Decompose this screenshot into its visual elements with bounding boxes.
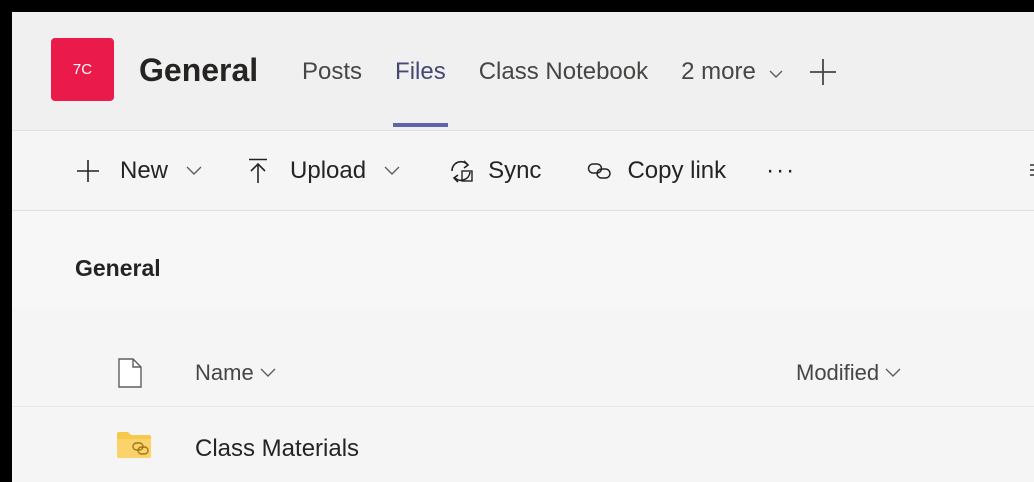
add-tab-button[interactable]: [809, 58, 837, 86]
channel-tabs: Posts Files Class Notebook 2 more: [302, 54, 837, 127]
copy-link-button-label: Copy link: [627, 156, 727, 184]
breadcrumb: General: [75, 255, 161, 281]
chevron-down-icon: [260, 368, 276, 378]
view-options-icon[interactable]: [1030, 161, 1034, 179]
copy-link-button[interactable]: Copy link: [587, 151, 726, 191]
tab-more-label: 2 more: [681, 57, 756, 85]
channel-header: 7C General Posts Files Class Notebook 2 …: [12, 12, 1034, 131]
shared-folder-icon: [116, 431, 152, 464]
column-header-modified[interactable]: Modified: [796, 360, 901, 386]
file-list-header: Name Modified: [12, 307, 1034, 407]
file-name: Class Materials: [195, 435, 360, 462]
link-icon: [587, 161, 613, 181]
sync-button-label: Sync: [488, 156, 542, 184]
channel-title: General: [139, 52, 259, 88]
upload-button-label: Upload: [290, 156, 367, 184]
sync-icon: [446, 157, 476, 185]
plus-icon: [809, 59, 836, 85]
file-type-icon: [118, 358, 142, 393]
tab-class-notebook[interactable]: Class Notebook: [479, 54, 648, 90]
teams-files-window: 7C General Posts Files Class Notebook 2 …: [12, 12, 1034, 482]
files-toolbar: New Upload Sync Copy link ···: [12, 131, 1034, 211]
sync-button[interactable]: Sync: [446, 151, 541, 191]
new-button-label: New: [120, 156, 169, 184]
file-list: Name Modified Class Materials: [12, 307, 1034, 482]
chevron-down-icon: [885, 368, 901, 378]
tab-posts[interactable]: Posts: [302, 54, 362, 90]
chevron-down-icon: [769, 55, 783, 91]
chevron-down-icon: [186, 166, 202, 176]
upload-button[interactable]: Upload: [248, 151, 400, 191]
new-button[interactable]: New: [76, 151, 202, 191]
column-header-modified-label: Modified: [796, 360, 880, 385]
plus-icon: [76, 159, 100, 183]
column-header-name[interactable]: Name: [195, 360, 276, 386]
team-avatar[interactable]: 7C: [51, 38, 114, 101]
upload-icon: [248, 158, 268, 184]
column-header-name-label: Name: [195, 360, 254, 385]
chevron-down-icon: [384, 166, 400, 176]
tab-files[interactable]: Files: [393, 54, 448, 127]
table-row[interactable]: Class Materials: [12, 407, 1034, 482]
more-options-button[interactable]: ···: [766, 157, 796, 185]
breadcrumb-bar: General: [12, 211, 1034, 307]
tab-more[interactable]: 2 more: [681, 54, 782, 91]
